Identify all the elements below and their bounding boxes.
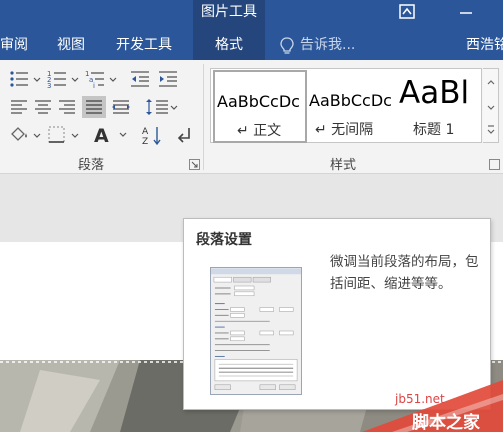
- align-left-icon[interactable]: [8, 96, 30, 118]
- styles-gallery-scroll[interactable]: [483, 68, 499, 143]
- gallery-scroll-arrows-icon: [487, 80, 495, 134]
- decrease-indent-icon[interactable]: [128, 68, 152, 90]
- paragraph-dialog-preview-image: [210, 267, 302, 395]
- show-marks-icon[interactable]: [174, 124, 196, 146]
- style-name: ↵ 无间隔: [315, 122, 374, 138]
- style-name: ↵ 正文: [237, 123, 282, 139]
- tooltip-title: 段落设置: [196, 232, 252, 248]
- styles-launcher-icon[interactable]: [489, 159, 500, 170]
- align-right-icon[interactable]: [56, 96, 78, 118]
- style-sample: AaBl: [399, 75, 470, 111]
- lightbulb-icon: [280, 37, 294, 54]
- justify-icon[interactable]: [82, 96, 106, 118]
- increase-indent-icon[interactable]: [156, 68, 180, 90]
- distributed-icon[interactable]: [110, 96, 132, 118]
- tab-format[interactable]: 格式: [193, 32, 265, 60]
- context-group-picture-tools: 图片工具: [193, 0, 265, 32]
- font-size-icon[interactable]: A: [92, 122, 128, 148]
- title-bar: 图片工具: [0, 0, 503, 32]
- style-sample: AaBbCcDc: [309, 91, 391, 110]
- style-sample: AaBbCcDc: [217, 92, 300, 111]
- tab-review[interactable]: 审阅: [0, 32, 30, 60]
- bullets-icon[interactable]: [8, 68, 42, 90]
- account-name[interactable]: 西浩铭: [466, 32, 503, 60]
- style-no-spacing[interactable]: AaBbCcDc ↵ 无间隔: [309, 69, 391, 144]
- tab-view[interactable]: 视图: [57, 32, 89, 60]
- align-center-icon[interactable]: [32, 96, 54, 118]
- group-separator: [203, 64, 204, 170]
- sort-icon[interactable]: A Z: [140, 124, 164, 146]
- tab-developer[interactable]: 开发工具: [116, 32, 178, 60]
- borders-icon[interactable]: [46, 124, 80, 146]
- svg-text:3: 3: [47, 82, 51, 90]
- svg-text:Z: Z: [142, 137, 148, 146]
- ribbon-tab-bar: 审阅 视图 开发工具 格式 告诉我... 西浩铭: [0, 32, 503, 60]
- styles-gallery: AaBbCcDc ↵ 正文 AaBbCcDc ↵ 无间隔 AaBl 标题 1: [210, 68, 482, 143]
- styles-group-label: 样式: [330, 158, 357, 173]
- numbering-icon[interactable]: 1 2 3: [46, 68, 80, 90]
- style-heading-1[interactable]: AaBl 标题 1: [393, 69, 481, 144]
- svg-text:A: A: [142, 127, 149, 137]
- style-normal[interactable]: AaBbCcDc ↵ 正文: [213, 70, 307, 143]
- style-name: 标题 1: [413, 122, 455, 138]
- line-spacing-icon[interactable]: [144, 96, 178, 118]
- watermark-name: 脚本之家: [412, 413, 480, 432]
- dialog-launcher-icon[interactable]: [189, 159, 200, 170]
- paragraph-group-label: 段落: [78, 158, 105, 173]
- svg-text:A: A: [94, 125, 109, 147]
- restore-icon[interactable]: [393, 2, 421, 22]
- minimize-icon[interactable]: [452, 2, 480, 22]
- dialog-launcher-arrow-icon: [191, 161, 198, 168]
- svg-text:i: i: [93, 82, 95, 90]
- watermark-site: jb51.net: [395, 392, 445, 406]
- tooltip-description: 微调当前段落的布局，包括间距、缩进等等。: [330, 254, 479, 292]
- multilevel-list-icon[interactable]: 1 a i: [84, 68, 118, 90]
- tell-me-placeholder: 告诉我...: [300, 37, 356, 53]
- shading-icon[interactable]: [8, 124, 42, 146]
- ribbon-body: 1 2 3 1 a i A A Z 段落 AaBbCcDc ↵ 正文 AaBbC…: [0, 60, 503, 174]
